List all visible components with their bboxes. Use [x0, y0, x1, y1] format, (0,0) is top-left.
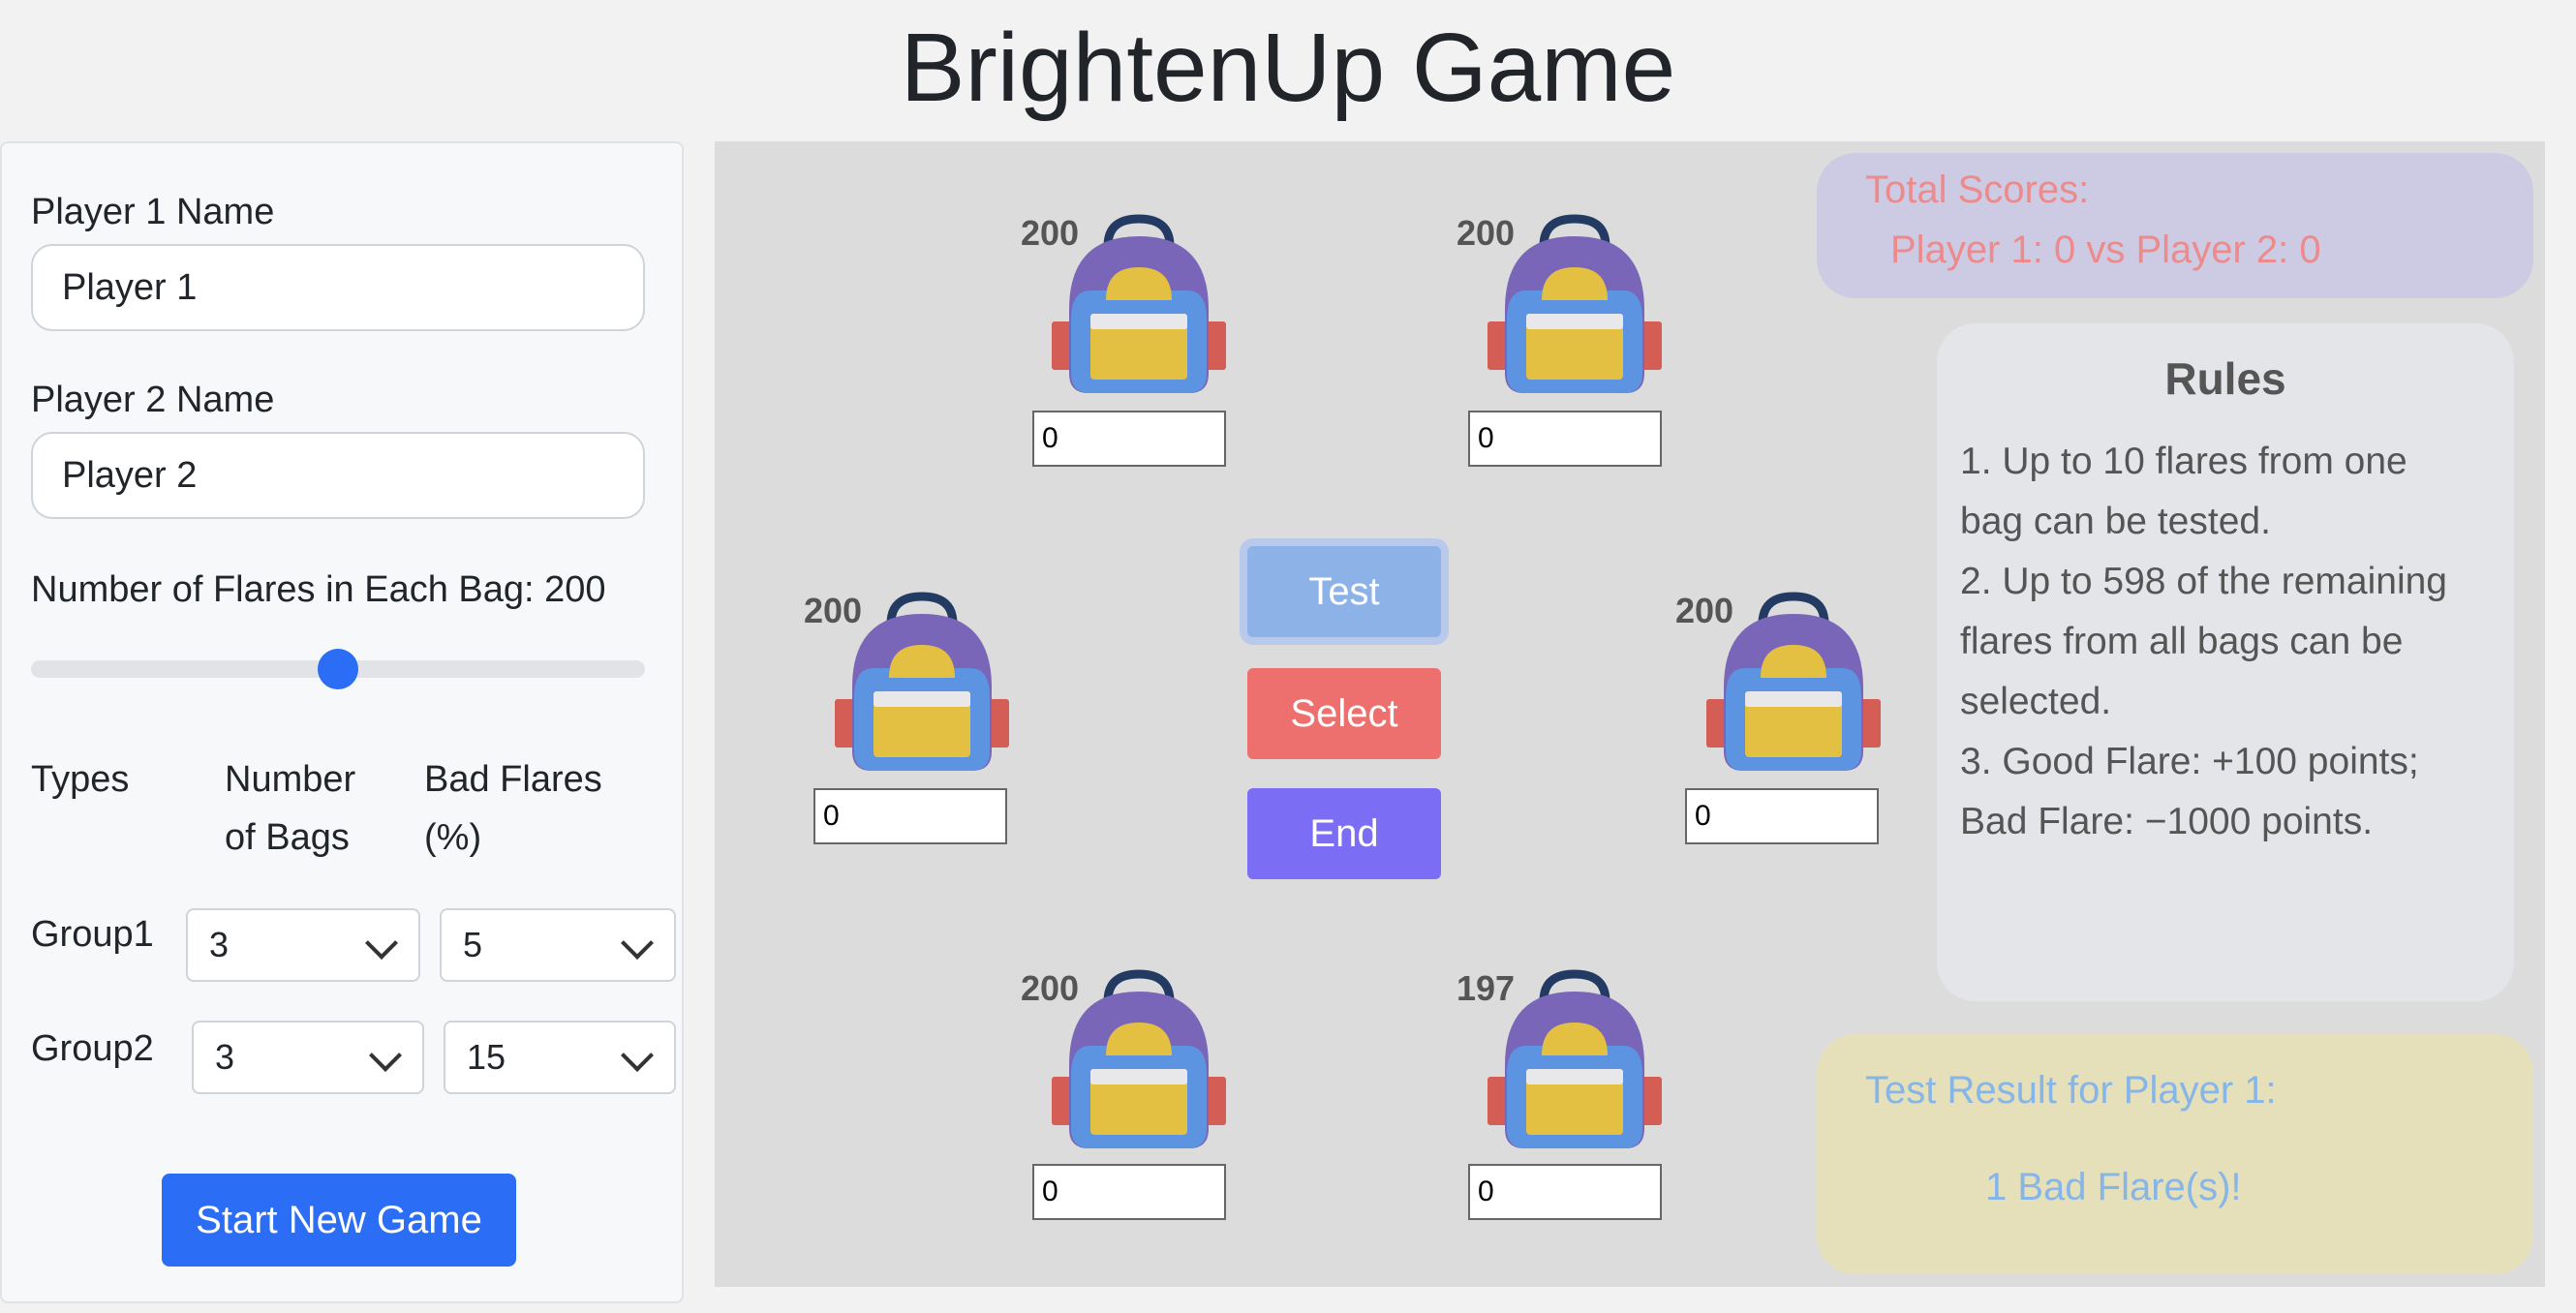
bag-3[interactable]: 200 — [804, 591, 1017, 813]
scores-title: Total Scores: — [1865, 168, 2090, 211]
player2-label: Player 2 Name — [31, 380, 275, 420]
rules-text: 1. Up to 10 flares from one bag can be t… — [1960, 432, 2512, 852]
group2-bags-select[interactable]: 3 — [192, 1021, 424, 1094]
flares-label: Number of Flares in Each Bag: 200 — [31, 569, 606, 610]
player2-name-input[interactable]: Player 2 — [31, 432, 645, 519]
bag-2[interactable]: 200 — [1457, 213, 1670, 436]
bag-5-input[interactable]: 0 — [1032, 1164, 1226, 1220]
group2-bad-value: 15 — [467, 1037, 506, 1077]
types-header: Types — [31, 759, 130, 800]
player1-label: Player 1 Name — [31, 192, 275, 232]
group2-label: Group2 — [31, 1028, 154, 1069]
rules-line: 1. Up to 10 flares from one — [1960, 441, 2407, 482]
rules-box: Rules 1. Up to 10 flares from one bag ca… — [1937, 323, 2514, 1001]
backpack-icon[interactable] — [1487, 213, 1662, 397]
bad-header-line1: Bad Flares — [424, 759, 602, 800]
group2-bags-value: 3 — [215, 1037, 235, 1077]
start-new-game-button[interactable]: Start New Game — [162, 1174, 516, 1267]
chevron-down-icon — [621, 927, 654, 960]
game-board: 200 0 200 0 200 0 200 0 200 0 197 0 Test… — [715, 141, 2545, 1287]
group2-bad-select[interactable]: 15 — [444, 1021, 676, 1094]
rules-line: selected. — [1960, 681, 2112, 722]
bag-5[interactable]: 200 — [1021, 968, 1234, 1191]
result-message: 1 Bad Flare(s)! — [1985, 1166, 2242, 1208]
backpack-icon[interactable] — [1052, 968, 1226, 1152]
result-title: Test Result for Player 1: — [1865, 1069, 2277, 1112]
bags-header-line1: Number — [225, 759, 356, 800]
bag-1[interactable]: 200 — [1021, 213, 1234, 436]
flares-slider[interactable] — [31, 649, 645, 689]
test-button[interactable]: Test — [1247, 546, 1441, 637]
bad-header-line2: (%) — [424, 817, 482, 858]
group1-bad-select[interactable]: 5 — [440, 908, 676, 982]
total-scores-box: Total Scores: Player 1: 0 vs Player 2: 0 — [1817, 153, 2533, 298]
backpack-icon[interactable] — [835, 591, 1009, 775]
rules-line: Bad Flare: −1000 points. — [1960, 801, 2374, 842]
slider-thumb[interactable] — [318, 649, 358, 689]
player1-name-input[interactable]: Player 1 — [31, 244, 645, 331]
bags-header-line2: of Bags — [225, 817, 350, 858]
bag-4[interactable]: 200 — [1675, 591, 1888, 813]
bag-3-input[interactable]: 0 — [813, 788, 1007, 844]
group1-bad-value: 5 — [463, 925, 483, 964]
backpack-icon[interactable] — [1706, 591, 1881, 775]
settings-panel: Player 1 Name Player 1 Player 2 Name Pla… — [0, 141, 684, 1303]
group1-bags-value: 3 — [209, 925, 230, 964]
bag-2-input[interactable]: 0 — [1468, 411, 1662, 467]
rules-line: 3. Good Flare: +100 points; — [1960, 741, 2419, 782]
rules-line: bag can be tested. — [1960, 501, 2271, 542]
bag-6-input[interactable]: 0 — [1468, 1164, 1662, 1220]
bag-6[interactable]: 197 — [1457, 968, 1670, 1191]
rules-title: Rules — [2164, 353, 2286, 404]
end-button[interactable]: End — [1247, 788, 1441, 879]
group1-bags-select[interactable]: 3 — [186, 908, 420, 982]
group1-label: Group1 — [31, 914, 154, 955]
rules-line: flares from all bags can be — [1960, 621, 2404, 662]
chevron-down-icon — [621, 1039, 654, 1072]
select-button[interactable]: Select — [1247, 668, 1441, 759]
rules-line: 2. Up to 598 of the remaining — [1960, 561, 2447, 602]
bag-4-input[interactable]: 0 — [1685, 788, 1879, 844]
page-title: BrightenUp Game — [900, 14, 1676, 122]
bag-1-input[interactable]: 0 — [1032, 411, 1226, 467]
scores-line: Player 1: 0 vs Player 2: 0 — [1890, 229, 2321, 271]
backpack-icon[interactable] — [1487, 968, 1662, 1152]
chevron-down-icon — [365, 927, 398, 960]
chevron-down-icon — [369, 1039, 402, 1072]
backpack-icon[interactable] — [1052, 213, 1226, 397]
test-result-box: Test Result for Player 1: 1 Bad Flare(s)… — [1817, 1034, 2533, 1274]
